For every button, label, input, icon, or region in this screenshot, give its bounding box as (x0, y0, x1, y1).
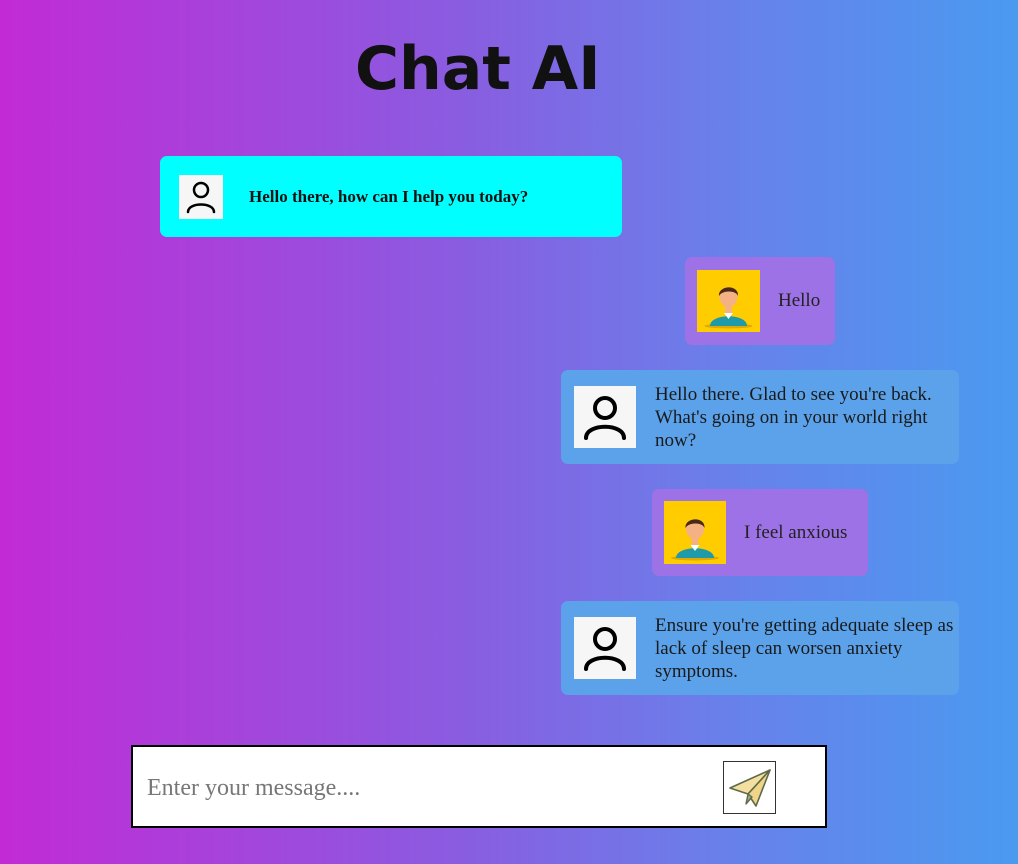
message-input[interactable] (145, 765, 709, 811)
message-text: Hello there, how can I help you today? (249, 186, 529, 206)
send-button[interactable] (723, 761, 776, 814)
user-message: Hello (685, 257, 835, 345)
user-message: I feel anxious (652, 489, 868, 576)
message-text: Hello (778, 290, 821, 311)
bot-message: Hello there. Glad to see you're back. Wh… (561, 370, 959, 464)
person-avatar-icon (697, 270, 760, 332)
message-text: Ensure you're getting adequate sleep as … (655, 614, 954, 682)
message-text: Hello there. Glad to see you're back. Wh… (655, 383, 932, 451)
bot-message: Ensure you're getting adequate sleep as … (561, 601, 959, 695)
user-outline-icon (574, 617, 636, 679)
user-outline-icon (179, 174, 223, 219)
paper-plane-icon (726, 764, 774, 812)
message-composer (131, 745, 827, 828)
user-outline-icon (574, 386, 636, 448)
bot-message: Hello there, how can I help you today? (160, 156, 622, 237)
message-text: I feel anxious (744, 521, 848, 543)
person-avatar-icon (664, 501, 726, 564)
page-title: Chat AI (355, 34, 601, 104)
